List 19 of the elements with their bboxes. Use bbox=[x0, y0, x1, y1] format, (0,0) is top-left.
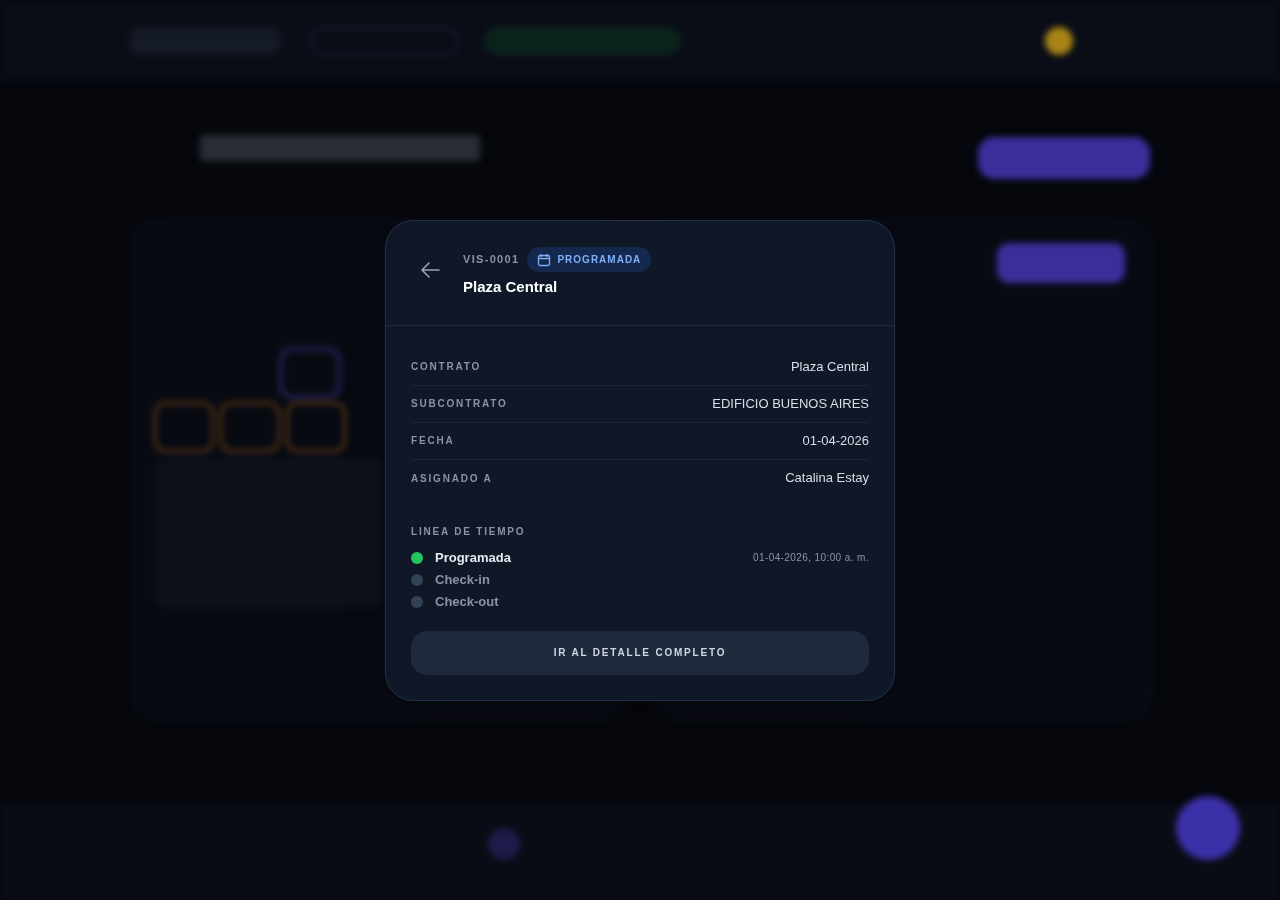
timeline-step: Check-in bbox=[435, 569, 490, 590]
detail-value: EDIFICIO BUENOS AIRES bbox=[712, 394, 869, 413]
timeline-step: Programada bbox=[435, 547, 511, 568]
detail-button[interactable]: IR AL DETALLE COMPLETO bbox=[411, 630, 869, 675]
detail-label: SUBCONTRATO bbox=[411, 397, 508, 411]
detail-label: CONTRATO bbox=[411, 360, 482, 374]
back-arrow-icon[interactable] bbox=[419, 261, 441, 279]
detail-value: 01-04-2026 bbox=[802, 431, 869, 450]
detail-value: Plaza Central bbox=[790, 357, 869, 376]
detail-label: FECHA bbox=[411, 434, 455, 448]
visit-code: VIS-0001 bbox=[463, 252, 520, 268]
calendar-icon bbox=[537, 252, 552, 267]
timeline-step: Check-out bbox=[435, 591, 499, 612]
timeline-time: 01-04-2026, 10:00 a. m. bbox=[753, 551, 869, 565]
detail-value: Catalina Estay bbox=[785, 469, 869, 488]
status-badge: PROGRAMADA bbox=[527, 247, 652, 272]
modal-title: Plaza Central bbox=[463, 277, 559, 297]
timeline-title: LINEA DE TIEMPO bbox=[411, 524, 527, 539]
detail-label: ASIGNADO A bbox=[411, 471, 493, 486]
